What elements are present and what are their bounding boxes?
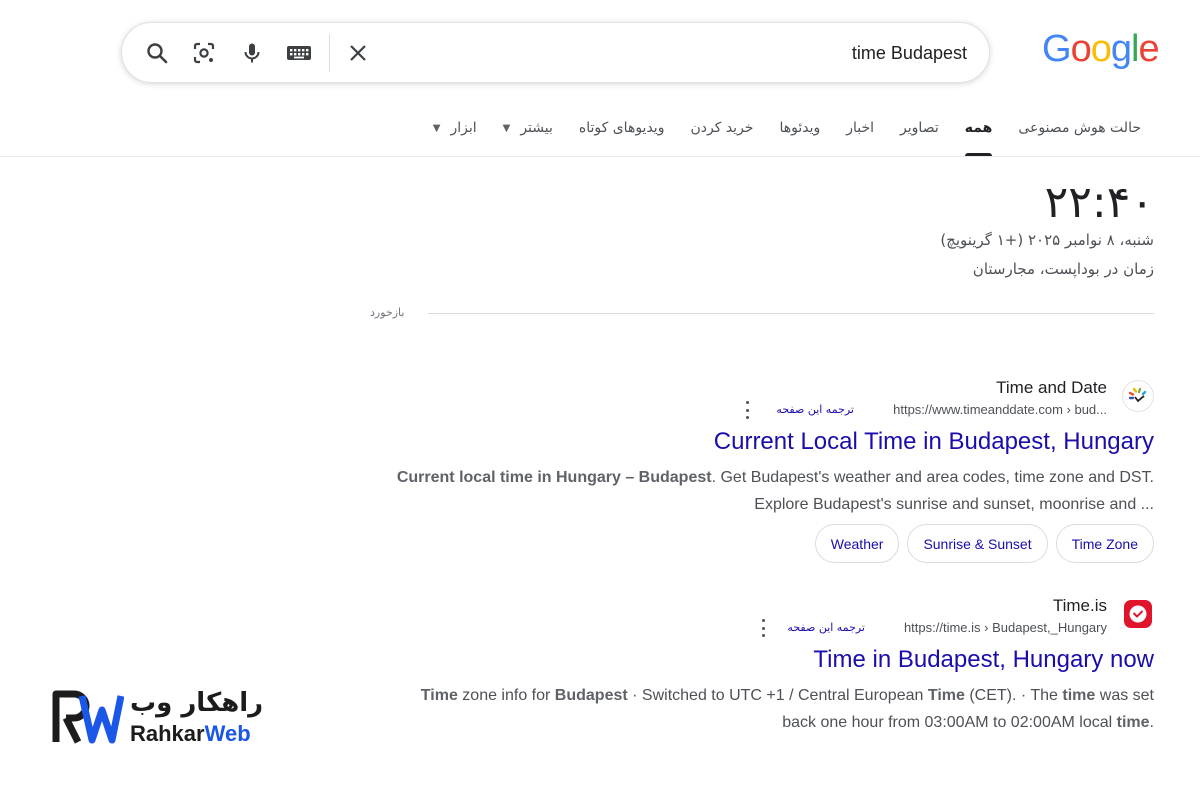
watermark-text-part: Web — [204, 721, 251, 746]
result-site-name[interactable]: Time.is — [1053, 596, 1107, 616]
answer-divider — [428, 313, 1154, 314]
search-input[interactable] — [407, 39, 967, 67]
google-lens-icon[interactable] — [191, 40, 217, 66]
logo-letter: o — [1070, 28, 1092, 70]
result-site-row: Time.is https://time.is › Budapest,_Hung… — [394, 594, 1154, 642]
watermark-text-part: Rahkar — [130, 721, 205, 746]
chip-weather[interactable]: Weather — [814, 524, 900, 563]
keyboard-icon[interactable] — [286, 40, 312, 66]
tab-more[interactable]: بیشتر ▼ — [490, 114, 566, 156]
search-results-page: Google حالت هوش مصنوعی همه تصاویر اخبار … — [0, 0, 1200, 800]
watermark-english-text: RahkarWeb — [130, 721, 251, 747]
tab-tools[interactable]: ابزار ▼ — [420, 114, 490, 156]
tab-label: ویدیوهای کوتاه — [578, 120, 665, 136]
feedback-link[interactable]: بازخورد — [370, 306, 404, 319]
translate-page-link[interactable]: ترجمه این صفحه — [776, 403, 854, 416]
current-date: شنبه، ۸ نوامبر ۲۰۲۵ (+۱ گرینویچ) — [940, 231, 1154, 249]
search-box-divider — [329, 34, 330, 72]
result-site-row: Time and Date https://www.timeanddate.co… — [394, 376, 1154, 424]
logo-letter: o — [1090, 28, 1112, 70]
rahkarweb-watermark: راهکار وب RahkarWeb — [52, 688, 272, 748]
tab-label: بیشتر — [520, 120, 553, 136]
tab-label: تصاویر — [900, 120, 939, 136]
chip-sunrise-sunset[interactable]: Sunrise & Sunset — [907, 524, 1048, 563]
watermark-persian-text: راهکار وب — [130, 688, 264, 718]
result-snippet: Time zone info for Budapest · Switched t… — [420, 687, 1154, 731]
tab-news[interactable]: اخبار — [833, 114, 887, 156]
tab-label: ویدئوها — [779, 120, 821, 136]
search-result: Time and Date https://www.timeanddate.co… — [394, 376, 1154, 563]
rahkarweb-logo-mark — [52, 690, 124, 744]
more-options-icon[interactable] — [758, 619, 768, 637]
result-snippet: Current local time in Hungary – Budapest… — [396, 469, 1154, 513]
tab-label: خرید کردن — [690, 120, 754, 136]
more-options-icon[interactable] — [742, 401, 752, 419]
microphone-icon[interactable] — [239, 40, 265, 66]
tab-images[interactable]: تصاویر — [887, 114, 952, 156]
caret-down-icon: ▼ — [432, 122, 441, 134]
tab-videos[interactable]: ویدئوها — [766, 114, 833, 156]
search-icon[interactable] — [144, 40, 170, 66]
result-site-name[interactable]: Time and Date — [996, 378, 1107, 398]
tab-all[interactable]: همه — [952, 114, 1006, 156]
search-box[interactable] — [121, 22, 990, 83]
google-logo[interactable]: Google — [1042, 28, 1160, 70]
result-url[interactable]: https://www.timeanddate.com › bud... — [893, 402, 1107, 417]
result-chips: Time Zone Sunrise & Sunset Weather — [394, 524, 1154, 563]
tab-shopping[interactable]: خرید کردن — [677, 114, 766, 156]
search-result: Time.is https://time.is › Budapest,_Hung… — [394, 594, 1154, 736]
tab-label: حالت هوش مصنوعی — [1018, 120, 1141, 136]
timeis-icon[interactable] — [1122, 598, 1154, 630]
tab-short-videos[interactable]: ویدیوهای کوتاه — [566, 114, 678, 156]
tab-label: همه — [964, 120, 993, 136]
logo-letter: g — [1110, 28, 1132, 70]
tabs-divider — [0, 156, 1200, 157]
timeanddate-icon[interactable] — [1122, 380, 1154, 412]
search-tabs: حالت هوش مصنوعی همه تصاویر اخبار ویدئوها… — [420, 114, 1154, 156]
translate-page-link[interactable]: ترجمه این صفحه — [787, 621, 865, 634]
clear-search-icon[interactable] — [345, 40, 371, 66]
tab-ai-mode[interactable]: حالت هوش مصنوعی — [1005, 114, 1154, 156]
current-time: ۲۲:۴۰ — [1044, 177, 1154, 228]
result-url[interactable]: https://time.is › Budapest,_Hungary — [904, 620, 1107, 635]
caret-down-icon: ▼ — [502, 122, 511, 134]
logo-letter: G — [1042, 28, 1072, 70]
tab-label: ابزار — [450, 120, 477, 136]
chip-time-zone[interactable]: Time Zone — [1055, 524, 1154, 563]
logo-letter: e — [1138, 28, 1159, 70]
tab-label: اخبار — [846, 120, 875, 136]
result-title-link[interactable]: Current Local Time in Budapest, Hungary — [394, 426, 1154, 458]
result-title-link[interactable]: Time in Budapest, Hungary now — [394, 644, 1154, 676]
time-location: زمان در بوداپست، مجارستان — [972, 260, 1154, 278]
